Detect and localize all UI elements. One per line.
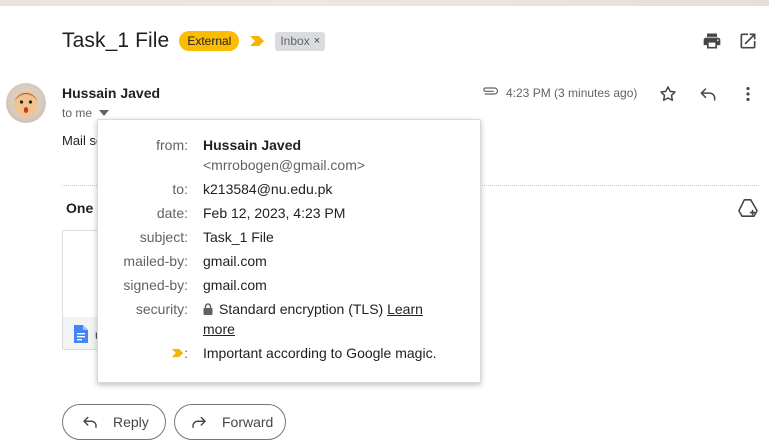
security-value-line: Standard encryption (TLS) Learn (203, 301, 423, 317)
from-label: from: (156, 137, 188, 153)
sender-details-popup: from: Hussain Javed <mrrobogen@gmail.com… (97, 119, 481, 383)
to-me-text: to me (62, 106, 93, 120)
from-email: <mrrobogen@gmail.com> (203, 157, 366, 173)
paperclip-icon (483, 87, 499, 95)
security-label: security: (135, 301, 188, 317)
message-body: Mail se (62, 133, 98, 148)
inbox-label-text: Inbox (280, 33, 310, 48)
signed-by-value: gmail.com (203, 277, 267, 293)
email-subject: Task_1 File (62, 29, 170, 52)
open-in-new-icon[interactable] (736, 29, 760, 53)
attachments-title: One (66, 200, 94, 216)
to-label: to: (172, 181, 188, 197)
reply-button[interactable]: Reply (62, 404, 166, 440)
inbox-label[interactable]: Inbox × (275, 31, 326, 51)
subject-label: subject: (139, 229, 188, 245)
mailed-by-value: gmail.com (203, 253, 267, 269)
importance-colon: : (184, 345, 188, 361)
mailed-by-label: mailed-by: (123, 253, 188, 269)
security-value: Standard encryption (TLS) (219, 301, 384, 317)
sender-name: Hussain Javed (62, 85, 161, 101)
from-name: Hussain Javed (203, 137, 302, 153)
top-strip (0, 0, 769, 6)
print-icon[interactable] (700, 29, 724, 53)
reply-icon[interactable] (696, 82, 720, 106)
more-vert-icon[interactable] (736, 82, 760, 106)
reply-button-label: Reply (113, 414, 149, 430)
forward-button-label: Forward (222, 414, 274, 430)
important-marker-icon[interactable] (249, 32, 267, 50)
importance-value: Important according to Google magic. (203, 345, 437, 361)
show-details-dropdown[interactable] (97, 107, 111, 119)
recipient-summary: to me (62, 106, 111, 120)
forward-button[interactable]: Forward (174, 404, 286, 440)
remove-label-icon[interactable]: × (314, 34, 320, 49)
add-to-drive-icon[interactable] (737, 198, 759, 218)
avatar[interactable] (6, 83, 46, 123)
signed-by-label: signed-by: (123, 277, 188, 293)
lock-icon (203, 303, 213, 315)
important-marker-icon (171, 348, 184, 358)
forward-icon (192, 416, 206, 428)
star-icon[interactable] (656, 82, 680, 106)
learn-more-link-cont[interactable]: more (203, 321, 235, 337)
reply-icon (83, 416, 97, 428)
learn-more-link[interactable]: Learn (387, 301, 423, 317)
date-label: date: (156, 205, 188, 221)
subject-row: Task_1 File External Inbox × (62, 26, 326, 56)
doc-icon (74, 325, 88, 343)
to-value: k213584@nu.edu.pk (203, 181, 333, 197)
external-label: External (179, 31, 240, 51)
subject-value: Task_1 File (203, 229, 274, 245)
message-time: 4:23 PM (3 minutes ago) (506, 86, 638, 100)
date-value: Feb 12, 2023, 4:23 PM (203, 205, 346, 221)
importance-key: : (171, 345, 188, 361)
